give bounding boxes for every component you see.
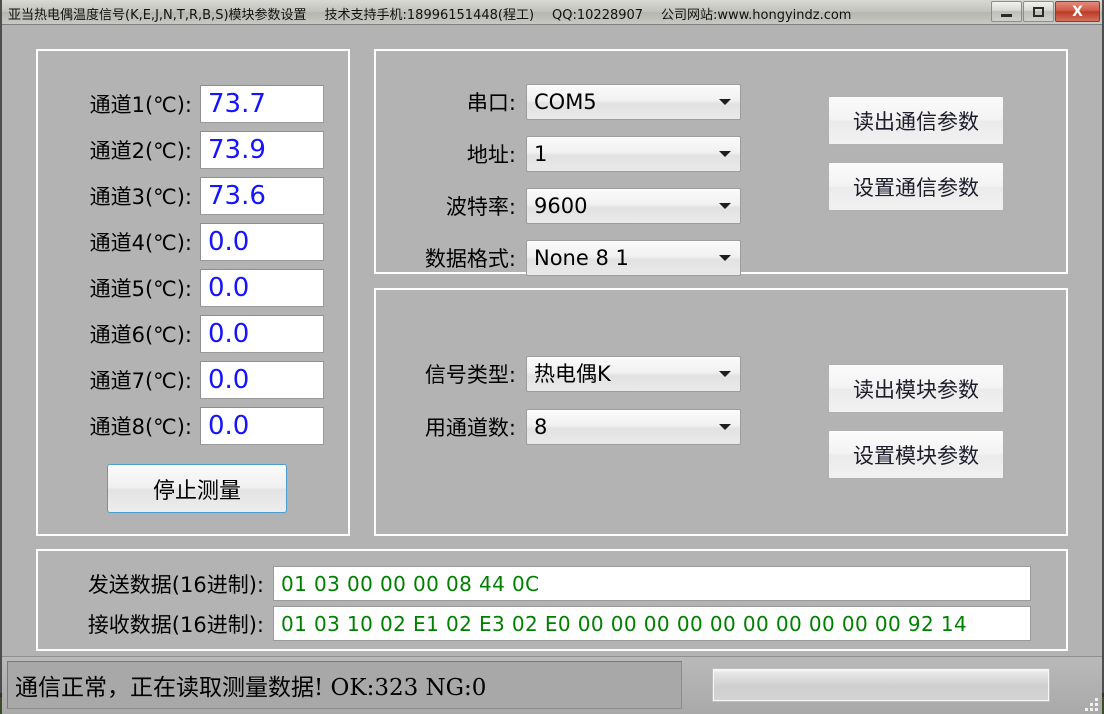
- chevron-down-icon: [719, 371, 731, 377]
- receive-data-value: 01 03 10 02 E1 02 E3 02 E0 00 00 00 00 0…: [281, 611, 968, 636]
- data-panel: 发送数据(16进制): 01 03 00 00 00 08 44 0C 接收数据…: [36, 549, 1068, 651]
- chevron-down-icon: [719, 151, 731, 157]
- set-comm-params-button[interactable]: 设置通信参数: [828, 162, 1004, 211]
- stop-measurement-button[interactable]: 停止测量: [107, 464, 287, 513]
- baudrate-select[interactable]: 9600: [526, 188, 741, 224]
- serial-port-value: COM5: [534, 89, 597, 114]
- channel-value-box-7[interactable]: 0.0: [200, 361, 324, 399]
- read-comm-params-button[interactable]: 读出通信参数: [828, 96, 1004, 145]
- minimize-button[interactable]: [991, 1, 1022, 22]
- channel-row-3: 通道3(℃): 73.6: [42, 177, 324, 215]
- channel-value-box-6[interactable]: 0.0: [200, 315, 324, 353]
- send-data-row: 发送数据(16进制): 01 03 00 00 00 08 44 0C: [42, 566, 1031, 601]
- channel-value-4: 0.0: [208, 227, 250, 257]
- module-panel: 信号类型: 热电偶K 用通道数: 8 读出模块参数 设置模块参数: [374, 288, 1068, 536]
- signal-type-value: 热电偶K: [534, 361, 611, 386]
- channel-value-box-1[interactable]: 73.7: [200, 85, 324, 123]
- channel-count-value: 8: [534, 414, 548, 439]
- title-main-text: 亚当热电偶温度信号(K,E,J,N,T,R,B,S)模块参数设置: [8, 8, 307, 23]
- channel-count-select[interactable]: 8: [526, 409, 741, 445]
- signal-type-row: 信号类型: 热电偶K: [386, 356, 741, 392]
- channel-label-6: 通道6(℃):: [89, 323, 192, 347]
- minimize-icon: [1001, 13, 1012, 17]
- channel-value-box-8[interactable]: 0.0: [200, 407, 324, 445]
- maximize-icon: [1033, 6, 1044, 17]
- channel-row-8: 通道8(℃): 0.0: [42, 407, 324, 445]
- channel-value-7: 0.0: [208, 365, 250, 395]
- application-window: 亚当热电偶温度信号(K,E,J,N,T,R,B,S)模块参数设置 技术支持手机:1…: [0, 0, 1104, 714]
- address-row: 地址: 1: [386, 136, 741, 172]
- dataformat-label: 数据格式:: [424, 247, 516, 271]
- channels-panel: 通道1(℃): 73.7 通道2(℃): 73.9 通道3(℃): 73.6 通…: [36, 49, 350, 536]
- receive-data-label: 接收数据(16进制):: [87, 612, 264, 637]
- channel-label-4: 通道4(℃):: [89, 231, 192, 255]
- channel-value-box-3[interactable]: 73.6: [200, 177, 324, 215]
- channel-value-3: 73.6: [208, 181, 266, 211]
- channel-row-4: 通道4(℃): 0.0: [42, 223, 324, 261]
- serial-port-label: 串口:: [466, 91, 516, 115]
- chevron-down-icon: [719, 255, 731, 261]
- channel-label-8: 通道8(℃):: [89, 415, 192, 439]
- channel-value-5: 0.0: [208, 273, 250, 303]
- dataformat-value: None 8 1: [534, 245, 629, 270]
- channel-row-7: 通道7(℃): 0.0: [42, 361, 324, 399]
- title-qq-text: QQ:10228907: [552, 8, 644, 23]
- chevron-down-icon: [719, 424, 731, 430]
- window-title: 亚当热电偶温度信号(K,E,J,N,T,R,B,S)模块参数设置 技术支持手机:1…: [8, 4, 869, 23]
- channel-label-3: 通道3(℃):: [89, 185, 192, 209]
- client-area: 通道1(℃): 73.7 通道2(℃): 73.9 通道3(℃): 73.6 通…: [2, 25, 1102, 714]
- resize-grip[interactable]: [1085, 698, 1098, 711]
- close-icon: X: [1072, 3, 1083, 20]
- receive-data-field[interactable]: 01 03 10 02 E1 02 E3 02 E0 00 00 00 00 0…: [273, 606, 1031, 641]
- dataformat-select[interactable]: None 8 1: [526, 240, 741, 276]
- address-label: 地址:: [466, 143, 516, 167]
- channel-value-8: 0.0: [208, 411, 250, 441]
- status-bar: 通信正常，正在读取测量数据! OK:323 NG:0: [2, 656, 1102, 714]
- set-module-params-button[interactable]: 设置模块参数: [828, 430, 1004, 479]
- signal-type-select[interactable]: 热电偶K: [526, 356, 741, 392]
- chevron-down-icon: [719, 203, 731, 209]
- channel-row-1: 通道1(℃): 73.7: [42, 85, 324, 123]
- address-value: 1: [534, 141, 548, 166]
- channel-value-2: 73.9: [208, 135, 266, 165]
- dataformat-row: 数据格式: None 8 1: [386, 240, 741, 276]
- channel-value-box-4[interactable]: 0.0: [200, 223, 324, 261]
- title-bar[interactable]: 亚当热电偶温度信号(K,E,J,N,T,R,B,S)模块参数设置 技术支持手机:1…: [2, 0, 1102, 25]
- channel-value-box-2[interactable]: 73.9: [200, 131, 324, 169]
- baudrate-label: 波特率:: [445, 195, 516, 219]
- serial-port-row: 串口: COM5: [386, 84, 741, 120]
- baudrate-value: 9600: [534, 193, 588, 218]
- communication-panel: 串口: COM5 地址: 1 波特率: 9600 数据格式: None 8 1 …: [374, 49, 1068, 276]
- status-message-panel: 通信正常，正在读取测量数据! OK:323 NG:0: [7, 661, 682, 709]
- maximize-button[interactable]: [1023, 1, 1054, 22]
- channel-value-box-5[interactable]: 0.0: [200, 269, 324, 307]
- channel-label-1: 通道1(℃):: [89, 93, 192, 117]
- channel-count-label: 用通道数:: [424, 416, 516, 440]
- close-button[interactable]: X: [1055, 1, 1100, 22]
- chevron-down-icon: [719, 99, 731, 105]
- channel-value-6: 0.0: [208, 319, 250, 349]
- channel-row-6: 通道6(℃): 0.0: [42, 315, 324, 353]
- read-module-params-button[interactable]: 读出模块参数: [828, 364, 1004, 413]
- window-controls: X: [991, 1, 1100, 22]
- channel-label-2: 通道2(℃):: [89, 139, 192, 163]
- title-website-text: 公司网站:www.hongyindz.com: [661, 8, 852, 23]
- baudrate-row: 波特率: 9600: [386, 188, 741, 224]
- channel-label-5: 通道5(℃):: [89, 277, 192, 301]
- channel-row-5: 通道5(℃): 0.0: [42, 269, 324, 307]
- send-data-field[interactable]: 01 03 00 00 00 08 44 0C: [273, 566, 1031, 601]
- title-support-text: 技术支持手机:18996151448(程工): [324, 8, 535, 23]
- address-select[interactable]: 1: [526, 136, 741, 172]
- send-data-value: 01 03 00 00 00 08 44 0C: [281, 571, 540, 596]
- channel-count-row: 用通道数: 8: [386, 409, 741, 445]
- channel-row-2: 通道2(℃): 73.9: [42, 131, 324, 169]
- channel-label-7: 通道7(℃):: [89, 369, 192, 393]
- send-data-label: 发送数据(16进制):: [87, 572, 264, 597]
- channel-value-1: 73.7: [208, 89, 266, 119]
- receive-data-row: 接收数据(16进制): 01 03 10 02 E1 02 E3 02 E0 0…: [42, 606, 1031, 641]
- signal-type-label: 信号类型:: [424, 363, 516, 387]
- serial-port-select[interactable]: COM5: [526, 84, 741, 120]
